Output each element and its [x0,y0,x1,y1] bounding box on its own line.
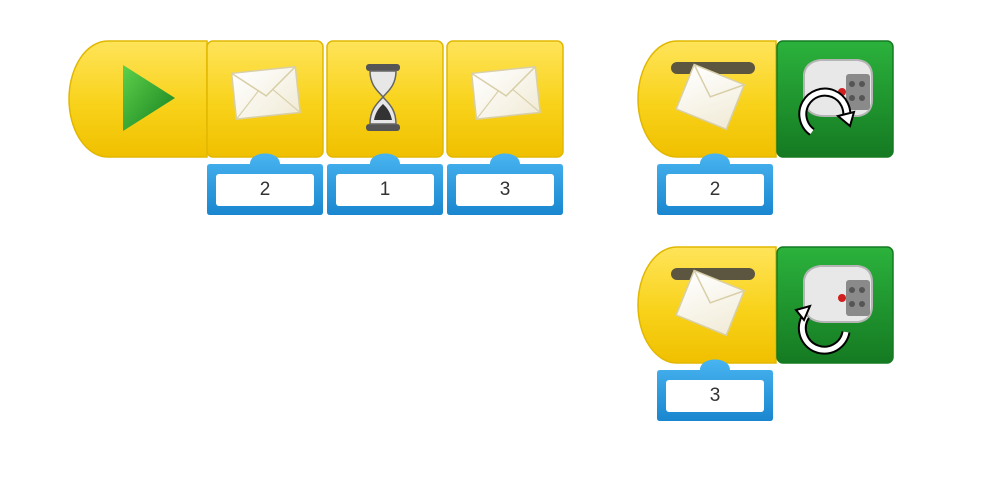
param-value[interactable]: 3 [456,174,554,206]
receive-message-start-block[interactable] [637,40,777,158]
param-value[interactable]: 1 [336,174,434,206]
envelope-icon [230,65,301,120]
param-value[interactable]: 2 [666,174,764,206]
send-message-block-2[interactable] [446,40,564,158]
wait-param-input[interactable]: 1 [326,152,444,216]
param-value[interactable]: 2 [216,174,314,206]
envelope-icon [470,65,541,120]
message-param-input[interactable]: 3 [656,358,774,422]
message-param-input[interactable]: 2 [206,152,324,216]
motor-on-block[interactable] [776,246,894,364]
motor-on-block[interactable] [776,40,894,158]
message-param-input[interactable]: 3 [446,152,564,216]
receive-message-start-block[interactable] [637,246,777,364]
send-message-block-1[interactable] [206,40,324,158]
param-value[interactable]: 3 [666,380,764,412]
message-param-input[interactable]: 2 [656,152,774,216]
start-block[interactable] [68,40,208,158]
program-canvas: 2 1 3 2 3 [0,0,1000,500]
wait-block[interactable] [326,40,444,158]
